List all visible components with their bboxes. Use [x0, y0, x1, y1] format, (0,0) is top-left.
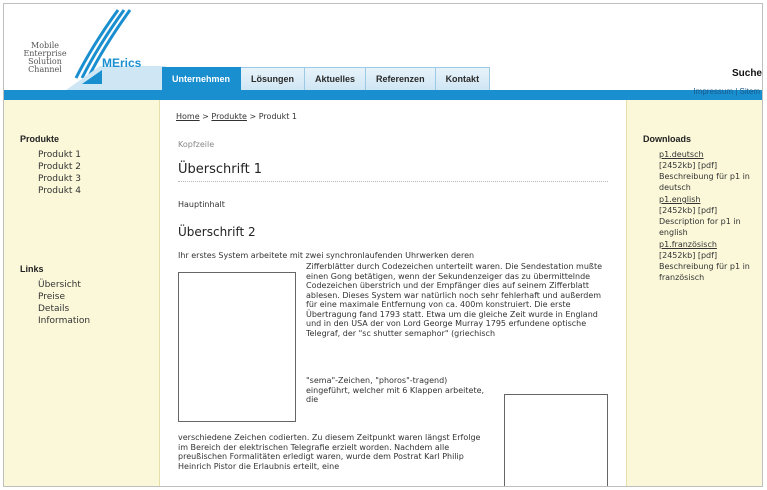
search-label[interactable]: Suche [732, 68, 762, 79]
sidebar-item-preise[interactable]: Preise [38, 291, 159, 303]
links-list: Übersicht Preise Details Information [38, 279, 159, 327]
image-placeholder [178, 272, 296, 422]
nav-bar-strip [4, 90, 762, 100]
breadcrumb: Home > Produkte > Produkt 1 [176, 112, 297, 121]
sidebar-item-details[interactable]: Details [38, 303, 159, 315]
products-heading: Produkte [20, 134, 60, 144]
logo-tagline: Mobile Enterprise Solution Channel [10, 42, 80, 74]
main-content: Home > Produkte > Produkt 1 Kopfzeile Üb… [160, 100, 626, 486]
download-size: [2452kb] [pdf] [659, 161, 718, 170]
paragraph-first-line: Ihr erstes System arbeitete mit zwei syn… [178, 251, 475, 260]
meta-links[interactable]: Impressum | Sitem [693, 87, 760, 96]
downloads-list: p1.deutsch [2452kb] [pdf] Beschreibung f… [659, 149, 762, 283]
download-item: p1.deutsch [2452kb] [pdf] Beschreibung f… [659, 149, 762, 193]
tab-kontakt[interactable]: Kontakt [435, 67, 491, 90]
breadcrumb-produkte[interactable]: Produkte [211, 112, 247, 121]
sidebar-item-produkt-3[interactable]: Produkt 3 [38, 173, 159, 185]
heading-2: Überschrift 2 [178, 225, 256, 239]
download-item: p1.english [2452kb] [pdf] Description fo… [659, 194, 762, 238]
download-size: [2452kb] [pdf] [659, 206, 718, 215]
links-heading: Links [20, 264, 44, 274]
tab-referenzen[interactable]: Referenzen [366, 67, 436, 90]
download-description: Description for p1 in english [659, 217, 741, 237]
tagline-line: Channel [28, 65, 62, 74]
sidebar-item-uebersicht[interactable]: Übersicht [38, 279, 159, 291]
main-content-label: Hauptinhalt [178, 200, 225, 209]
tab-loesungen[interactable]: Lösungen [241, 67, 306, 90]
site-header: Mobile Enterprise Solution Channel MEric… [4, 4, 762, 90]
download-size: [2452kb] [pdf] [659, 251, 718, 260]
paragraph-continued: "sema"-Zeichen, "phoros"-tragend) eingef… [306, 376, 485, 404]
right-sidebar: Downloads p1.deutsch [2452kb] [pdf] Besc… [626, 100, 762, 486]
left-sidebar: Produkte Produkt 1 Produkt 2 Produkt 3 P… [4, 100, 160, 486]
paragraph-bottom: verschiedene Zeichen codierten. Zu diese… [178, 433, 481, 471]
sidebar-item-information[interactable]: Information [38, 315, 159, 327]
tab-unternehmen[interactable]: Unternehmen [162, 67, 242, 90]
downloads-heading: Downloads [643, 134, 692, 144]
sidebar-item-produkt-2[interactable]: Produkt 2 [38, 161, 159, 173]
breadcrumb-current: Produkt 1 [258, 112, 297, 121]
sidebar-item-produkt-4[interactable]: Produkt 4 [38, 185, 159, 197]
breadcrumb-separator: > [199, 112, 212, 121]
paragraph-body: Zifferblätter durch Codezeichen untertei… [306, 262, 603, 338]
heading-1: Überschrift 1 [178, 162, 608, 182]
download-link[interactable]: p1.französisch [659, 239, 762, 250]
tab-aktuelles[interactable]: Aktuelles [305, 67, 367, 90]
download-item: p1.französisch [2452kb] [pdf] Beschreibu… [659, 239, 762, 283]
page-frame: Mobile Enterprise Solution Channel MEric… [3, 3, 763, 487]
logo-wordmark: MErics [102, 56, 142, 70]
download-link[interactable]: p1.deutsch [659, 149, 762, 160]
download-description: Beschreibung für p1 in deutsch [659, 172, 750, 192]
header-line-text: Kopfzeile [178, 140, 215, 149]
sidebar-item-produkt-1[interactable]: Produkt 1 [38, 149, 159, 161]
breadcrumb-separator: > [246, 112, 259, 121]
logo[interactable]: Mobile Enterprise Solution Channel MEric… [6, 6, 166, 90]
main-nav: Unternehmen Lösungen Aktuelles Referenze… [162, 67, 491, 90]
download-link[interactable]: p1.english [659, 194, 762, 205]
image-placeholder [504, 394, 608, 486]
breadcrumb-home[interactable]: Home [176, 112, 200, 121]
products-list: Produkt 1 Produkt 2 Produkt 3 Produkt 4 [38, 149, 159, 197]
download-description: Beschreibung für p1 in französisch [659, 262, 750, 282]
